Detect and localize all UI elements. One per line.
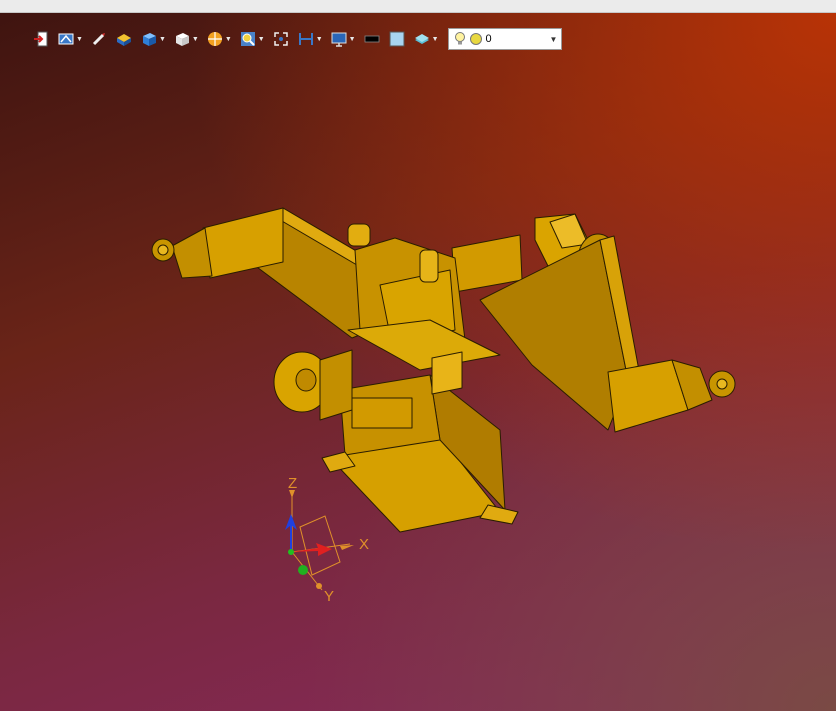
triad-x-arrow (291, 543, 332, 556)
window-top-strip (0, 0, 836, 13)
triad-x-label: X (359, 536, 369, 553)
triad-y-label: Y (324, 588, 334, 605)
triad-y-arrow (298, 565, 308, 575)
triad-z-label: Z (288, 475, 297, 492)
triad-z-arrow (285, 514, 297, 552)
3d-viewport[interactable]: ▼ ▼ ▼ ▼ ▼ ▼ ▼ ▼ 0 ▼ Z X Y (0, 13, 836, 711)
triad-y-tip (316, 583, 322, 589)
axis-triad: Z X Y (285, 475, 369, 605)
triad-origin (288, 549, 294, 555)
triad-x-tip (340, 545, 354, 550)
